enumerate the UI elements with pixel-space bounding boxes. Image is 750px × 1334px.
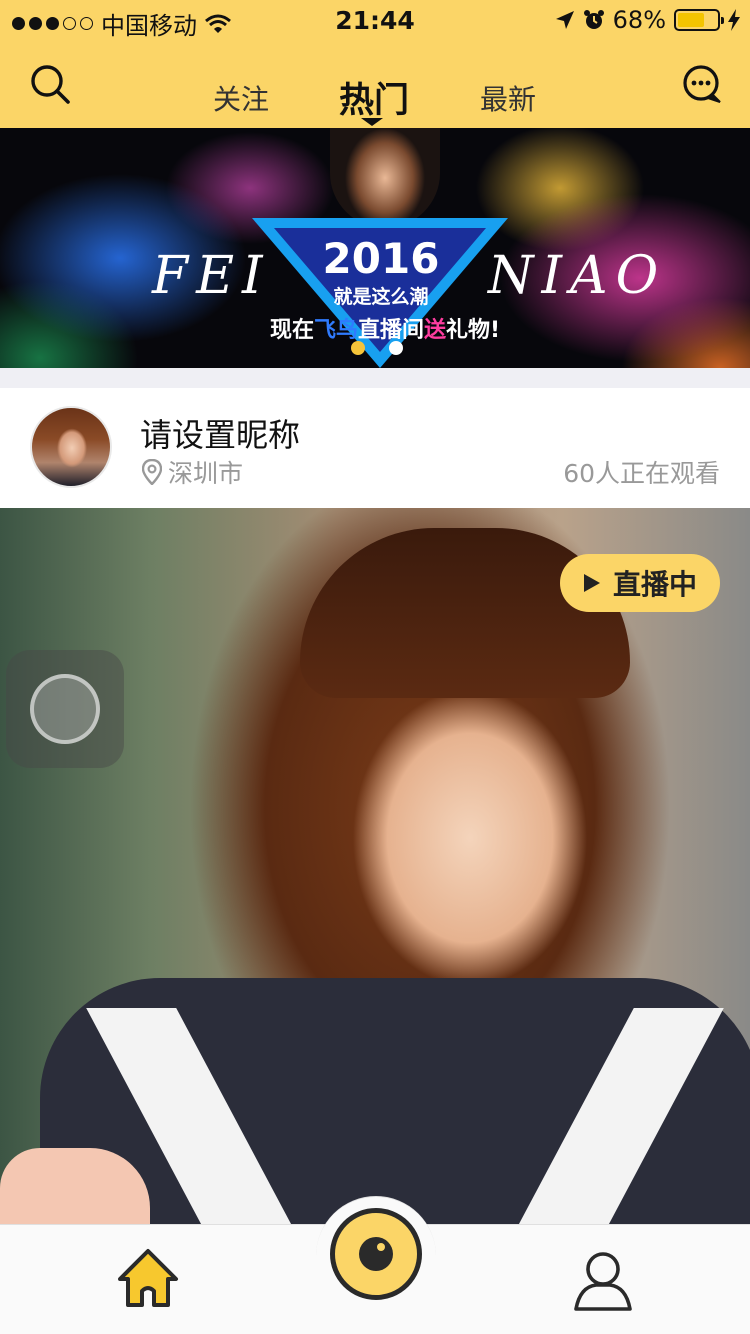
status-bar: 中国移动 21:44 68% (0, 0, 750, 40)
promo-gift: 送 (423, 318, 446, 343)
banner-tagline: 就是这么潮 (333, 286, 429, 308)
live-stream-cover[interactable]: 直播中 (0, 508, 750, 1224)
battery-fill (678, 13, 704, 27)
top-bar: 中国移动 21:44 68% 关注 热门 最新 (0, 0, 750, 128)
tab-follow[interactable]: 关注 (213, 78, 269, 118)
battery-percent: 68% (612, 6, 666, 34)
live-camera-icon[interactable] (330, 1208, 422, 1300)
status-right: 68% (555, 6, 740, 34)
pager-dot[interactable] (351, 341, 365, 355)
streamer-location: 深圳市 (142, 454, 243, 490)
promo-mid: 直播间 (357, 318, 424, 343)
chat-icon[interactable] (680, 62, 724, 106)
promo-brand: 飞鸟 (313, 318, 358, 343)
banner-promo-line: 现在飞鸟直播间送礼物! (0, 312, 750, 344)
banner-pager (351, 341, 403, 355)
play-icon (583, 574, 600, 592)
banner-year: 2016 (322, 234, 440, 283)
battery-icon (674, 9, 724, 31)
tab-latest[interactable]: 最新 (480, 78, 536, 118)
charging-bolt-icon (728, 9, 740, 31)
promo-prefix: 现在 (269, 318, 314, 343)
feed-tabs: 关注 热门 最新 (0, 72, 750, 128)
camera-lens (359, 1237, 393, 1271)
viewer-count: 60人正在观看 (563, 459, 720, 488)
profile-icon[interactable] (572, 1247, 634, 1313)
location-pin-icon (142, 459, 162, 485)
streamer-nickname: 请设置昵称 (140, 416, 301, 454)
promo-suffix: 礼物! (446, 318, 501, 343)
assistive-touch-ring (30, 674, 100, 744)
location-text: 深圳市 (168, 459, 244, 488)
live-card-header[interactable]: 请设置昵称 深圳市 60人正在观看 (0, 388, 750, 508)
promo-banner[interactable]: FEI NIAO 2016 就是这么潮 现在飞鸟直播间送礼物! (0, 128, 750, 368)
tab-hot[interactable]: 热门 (339, 72, 409, 123)
home-icon[interactable] (114, 1245, 182, 1313)
live-badge-label: 直播中 (612, 568, 697, 601)
section-divider (0, 368, 750, 388)
location-arrow-icon (555, 11, 574, 29)
avatar[interactable] (30, 406, 112, 488)
active-tab-indicator (361, 118, 383, 126)
banner-model-image (330, 128, 440, 228)
live-status-badge[interactable]: 直播中 (560, 554, 720, 612)
cover-hair (300, 528, 630, 698)
alarm-icon (583, 10, 604, 29)
pager-dot[interactable] (389, 341, 403, 355)
assistive-touch-button[interactable] (6, 650, 124, 768)
